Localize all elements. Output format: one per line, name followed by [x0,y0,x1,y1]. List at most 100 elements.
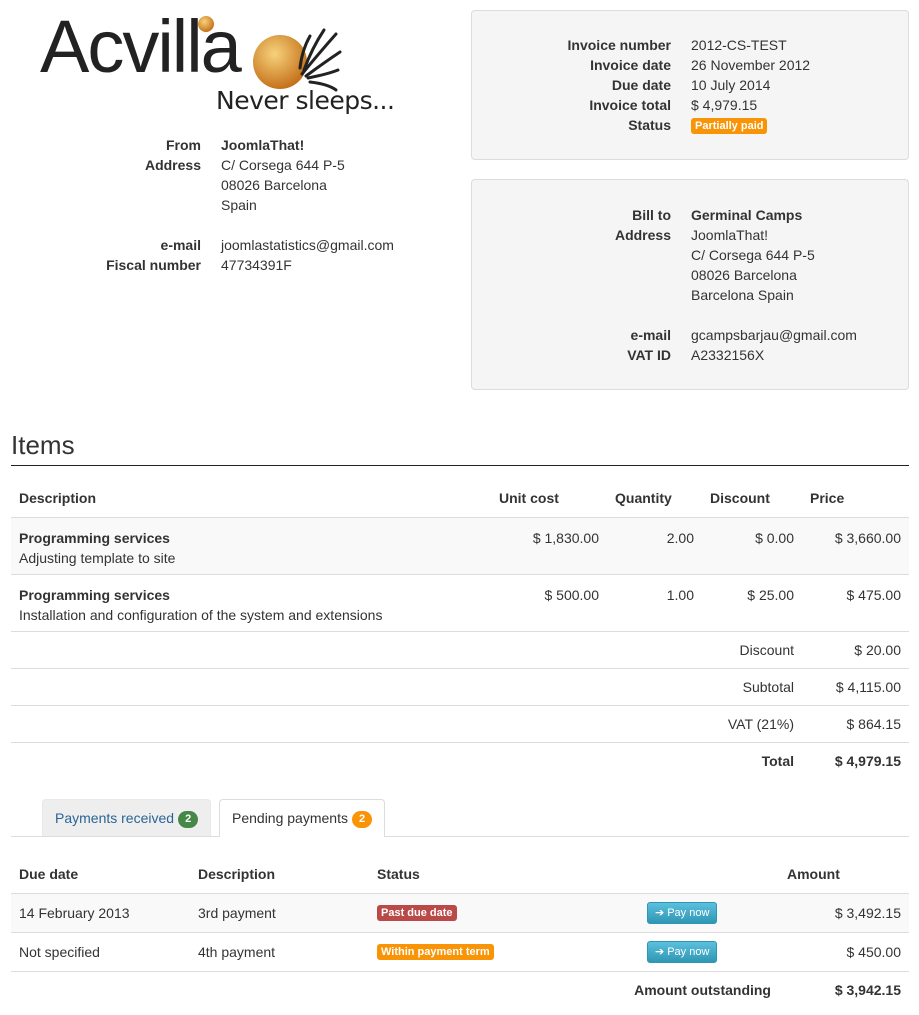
invoice-number-label: Invoice number [567,37,671,53]
item-unit-cost: $ 1,830.00 [491,516,607,574]
summary-label: VAT (21%) [702,704,802,742]
item-unit-cost: $ 500.00 [491,573,607,631]
summary-label: Discount [702,630,802,668]
summary-label: Subtotal [702,667,802,705]
col-status: Status [377,866,420,883]
invoice-number-value: 2012-CS-TEST [691,37,787,53]
from-email-value: joomlastatistics@gmail.com [221,237,394,253]
arrow-right-icon: ➔ [655,945,665,958]
bill-email-label: e-mail [630,327,671,343]
bill-address-line: C/ Corsega 644 P-5 [691,247,815,263]
payment-tabs: Payments received 2 Pending payments 2 [11,799,909,837]
fiscal-number-value: 47734391F [221,257,292,273]
outstanding-row: Amount outstanding $ 3,942.15 [11,970,909,1009]
invoice-details: Invoice number 2012-CS-TEST Invoice date 2… [568,35,811,135]
items-header-row: Description Unit cost Quantity Discount … [11,480,909,517]
bill-to-value: Germinal Camps [691,207,803,223]
tab-payments-received[interactable]: Payments received 2 [42,799,212,836]
col-price: Price [810,490,845,507]
bill-to-label: Bill to [632,207,671,223]
item-quantity: 2.00 [607,516,702,574]
payment-status-badge: Past due date [377,905,457,922]
col-discount: Discount [710,490,770,507]
from-address-label: Address [144,157,201,173]
item-discount: $ 0.00 [702,516,802,574]
item-quantity: 1.00 [607,573,702,631]
bill-address-line: JoomlaThat! [691,227,769,243]
from-email-label: e-mail [160,237,201,253]
item-row: Programming services Adjusting template t… [11,516,909,574]
vat-id-value: A2332156X [691,347,765,363]
from-address-line: 08026 Barcelona [221,177,327,193]
payment-row: 14 February 2013 3rd payment Past due da… [11,892,909,932]
summary-row-discount: Discount $ 20.00 [11,630,909,668]
item-name: Programming services [19,586,170,603]
pending-payments-table: Due date Description Status Amount 14 Fe… [11,856,909,1009]
due-date-value: 10 July 2014 [691,77,771,93]
payment-due-date: 14 February 2013 [11,892,190,932]
invoice-date-label: Invoice date [590,57,671,73]
bill-address-line: Barcelona Spain [691,287,794,303]
item-detail: Installation and configuration of the sy… [19,606,383,623]
pay-now-label: Pay now [667,906,710,919]
company-logo: Acvilla Never sleeps... [40,5,395,122]
summary-value: $ 4,115.00 [802,667,909,705]
items-table: Description Unit cost Quantity Discount … [11,480,909,779]
vat-id-label: VAT ID [627,347,671,363]
bill-to-details: Bill to Germinal Camps Address JoomlaThat!… [615,205,857,365]
col-description: Description [198,866,276,883]
payment-row: Not specified 4th payment Within payment… [11,931,909,971]
status-label: Status [628,117,671,133]
tab-label: Pending payments [232,810,348,826]
bill-address-line: 08026 Barcelona [691,267,797,283]
outstanding-value: $ 3,942.15 [779,970,909,1009]
item-row: Programming services Installation and con… [11,573,909,631]
bill-address-label: Address [614,227,671,243]
due-date-label: Due date [611,77,671,93]
summary-value: $ 20.00 [802,630,909,668]
from-details: From JoomlaThat! Address C/ Corsega 644 P-… [106,135,394,275]
pending-count-badge: 2 [351,810,373,828]
received-count-badge: 2 [178,810,199,828]
payment-status-badge: Within payment term [377,944,494,961]
from-address-line: Spain [221,197,257,213]
item-discount: $ 25.00 [702,573,802,631]
payments-header-row: Due date Description Status Amount [11,856,909,893]
invoice-total-label: Invoice total [589,97,671,113]
from-value: JoomlaThat! [221,137,305,153]
item-price: $ 3,660.00 [802,516,909,574]
tab-label: Payments received [55,810,175,826]
total-value: $ 4,979.15 [802,741,909,779]
payment-description: 4th payment [190,931,369,971]
invoice-info-panel [471,10,909,160]
bill-email-value: gcampsbarjau@gmail.com [691,327,857,343]
item-price: $ 475.00 [802,573,909,631]
from-label: From [166,137,201,153]
pay-now-label: Pay now [667,945,710,958]
payment-description: 3rd payment [190,892,369,932]
pay-now-button[interactable]: ➔ Pay now [647,940,718,963]
pay-now-button[interactable]: ➔ Pay now [647,901,718,924]
total-label: Total [702,741,802,779]
col-amount: Amount [787,866,840,883]
arrow-right-icon: ➔ [655,906,665,919]
item-name: Programming services [19,529,170,546]
summary-row-total: Total $ 4,979.15 [11,741,909,779]
payment-amount: $ 450.00 [779,931,909,971]
summary-value: $ 864.15 [802,704,909,742]
outstanding-label: Amount outstanding [369,970,779,1009]
tab-pending-payments[interactable]: Pending payments 2 [219,799,386,837]
from-address-line: C/ Corsega 644 P-5 [221,157,345,173]
summary-row-vat: VAT (21%) $ 864.15 [11,704,909,742]
items-heading: Items [11,430,75,460]
logo-wordmark: Acvilla [40,5,242,88]
fiscal-number-label: Fiscal number [106,257,201,273]
payment-due-date: Not specified [11,931,190,971]
item-detail: Adjusting template to site [19,549,176,566]
invoice-date-value: 26 November 2012 [691,57,811,73]
status-badge: Partially paid [691,118,768,135]
col-description: Description [19,490,97,507]
invoice-total-value: $ 4,979.15 [691,97,758,113]
summary-row-subtotal: Subtotal $ 4,115.00 [11,667,909,705]
payment-amount: $ 3,492.15 [779,892,909,932]
